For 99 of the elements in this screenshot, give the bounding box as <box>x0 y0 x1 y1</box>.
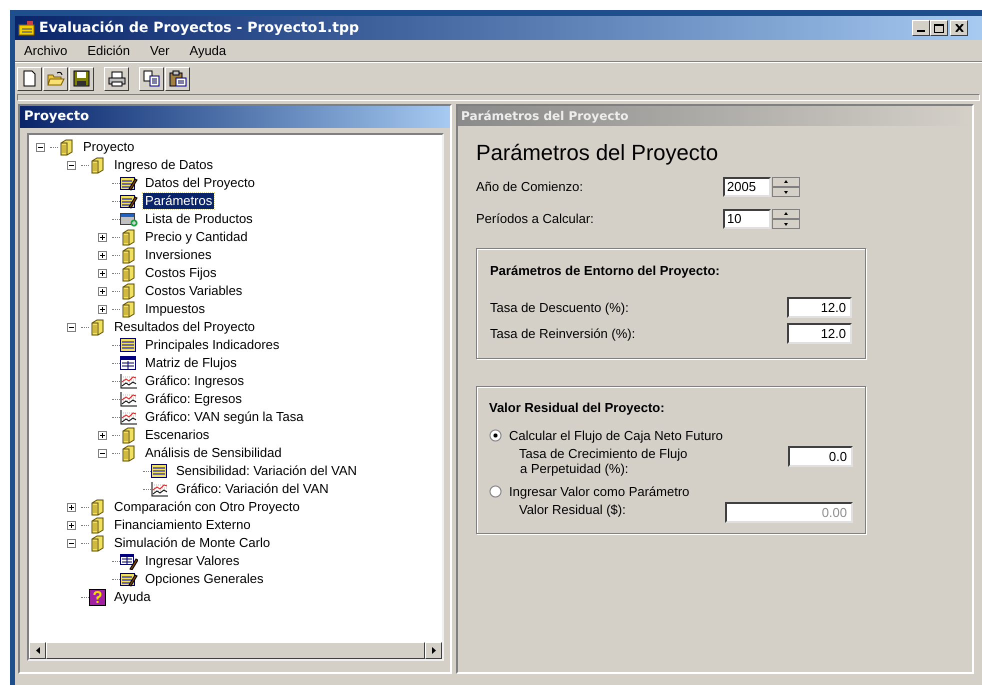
clipboard-button[interactable] <box>165 66 190 90</box>
list-add-icon <box>120 210 138 228</box>
table-pencil-icon <box>120 552 138 570</box>
folder-button[interactable] <box>43 66 68 90</box>
form-pencil-icon <box>120 174 138 192</box>
close-button[interactable] <box>950 20 968 36</box>
spinner-field[interactable]: 2005 <box>723 177 771 197</box>
table-icon <box>120 354 138 372</box>
tree-item[interactable]: Costos Variables <box>143 283 244 299</box>
tree-item[interactable]: Resultados del Proyecto <box>112 319 257 335</box>
tree-item[interactable]: Proyecto <box>81 139 136 155</box>
menu-item[interactable]: Ayuda <box>188 40 228 60</box>
field-label: Año de Comienzo: <box>476 178 584 196</box>
tree-item[interactable]: Escenarios <box>143 427 212 443</box>
field-label: Tasa de Reinversión (%): <box>490 324 636 343</box>
tree-item[interactable]: Ayuda <box>112 589 153 605</box>
line-chart-icon <box>120 408 138 426</box>
tree-item[interactable]: Gráfico: VAN según la Tasa <box>143 409 306 425</box>
tree-item[interactable]: Gráfico: Egresos <box>143 391 244 407</box>
collapse-icon[interactable] <box>36 142 45 152</box>
radio-selected-icon[interactable] <box>489 429 502 442</box>
floppy-disk-button[interactable] <box>69 66 94 90</box>
minimize-icon <box>917 30 925 32</box>
tree-item[interactable]: Ingresar Valores <box>143 553 242 569</box>
copy-icon <box>142 70 160 87</box>
spinner-field[interactable]: 10 <box>723 209 771 229</box>
close-icon <box>954 24 964 32</box>
tree-item[interactable]: Gráfico: Variación del VAN <box>174 481 331 497</box>
tree-item[interactable]: Ingreso de Datos <box>112 157 216 173</box>
tree-item[interactable]: Precio y Cantidad <box>143 229 250 245</box>
menu-item[interactable]: Ver <box>148 40 172 60</box>
new-file-icon <box>20 70 38 87</box>
group-title: Parámetros de Entorno del Proyecto: <box>490 262 721 280</box>
printer-button[interactable] <box>104 66 129 90</box>
maximize-icon <box>934 24 944 32</box>
field-label: Períodos a Calcular: <box>476 210 595 228</box>
tree-item[interactable]: Sensibilidad: Variación del VAN <box>174 463 359 479</box>
expand-icon[interactable] <box>67 520 76 530</box>
expand-icon[interactable] <box>98 286 107 296</box>
field-label: Tasa de Crecimiento de Flujo <box>519 446 688 460</box>
tree-item[interactable]: Costos Fijos <box>143 265 219 281</box>
collapse-icon[interactable] <box>67 322 76 332</box>
panel-title: Proyecto <box>20 106 450 128</box>
left-arrow-icon <box>36 647 40 654</box>
scroll-left-button[interactable] <box>29 642 46 659</box>
tree-item[interactable]: Gráfico: Ingresos <box>143 373 246 389</box>
field-label: Tasa de Descuento (%): <box>490 298 629 317</box>
new-file-button[interactable] <box>17 66 42 90</box>
collapse-icon[interactable] <box>67 538 76 548</box>
expand-icon[interactable] <box>98 232 107 242</box>
collapse-icon[interactable] <box>67 160 76 170</box>
expand-icon[interactable] <box>98 250 107 260</box>
right-arrow-icon <box>432 647 436 654</box>
page-title: Parámetros del Proyecto <box>476 140 720 166</box>
tree-item[interactable]: Comparación con Otro Proyecto <box>112 499 302 515</box>
tree-item[interactable]: Simulación de Monte Carlo <box>112 535 272 551</box>
group-title: Valor Residual del Proyecto: <box>489 399 666 417</box>
expand-icon[interactable] <box>98 304 107 314</box>
form-pencil-icon <box>120 570 138 588</box>
tree-item[interactable]: Principales Indicadores <box>143 337 282 353</box>
field-label: Valor Residual ($): <box>519 502 626 516</box>
field-label: a Perpetuidad (%): <box>519 460 630 476</box>
tree-item[interactable]: Análisis de Sensibilidad <box>143 445 284 461</box>
line-chart-icon <box>120 390 138 408</box>
folder-icon <box>46 70 64 87</box>
printer-icon <box>108 70 126 87</box>
window-title: Evaluación de Proyectos - Proyecto1.tpp <box>39 18 360 38</box>
menu-item[interactable]: Edición <box>85 40 132 60</box>
input-field[interactable]: 0.0 <box>788 446 853 466</box>
report-icon <box>151 462 169 480</box>
line-chart-icon <box>120 372 138 390</box>
tree-item[interactable]: Financiamiento Externo <box>112 517 253 533</box>
radio-label[interactable]: Calcular el Flujo de Caja Neto Futuro <box>509 426 723 446</box>
copy-button[interactable] <box>139 66 164 90</box>
input-field[interactable]: 12.0 <box>787 323 852 344</box>
collapse-icon[interactable] <box>98 448 107 458</box>
expand-icon[interactable] <box>98 430 107 440</box>
input-field[interactable]: 12.0 <box>787 297 852 318</box>
tree-item[interactable]: Datos del Proyecto <box>143 175 257 191</box>
tree-item[interactable]: Inversiones <box>143 247 214 263</box>
clipboard-icon <box>168 70 186 87</box>
minimize-button[interactable] <box>912 20 930 36</box>
tree-item[interactable]: Matriz de Flujos <box>143 355 239 371</box>
form-pencil-icon <box>120 192 138 210</box>
spin-buttons[interactable] <box>772 177 800 197</box>
line-chart-icon <box>151 480 169 498</box>
tree-item[interactable]: Opciones Generales <box>143 571 266 587</box>
report-icon <box>120 336 138 354</box>
tree-item[interactable]: Impuestos <box>143 301 207 317</box>
expand-icon[interactable] <box>67 502 76 512</box>
expand-icon[interactable] <box>98 268 107 278</box>
scroll-right-button[interactable] <box>425 642 442 659</box>
maximize-button[interactable] <box>930 20 948 36</box>
spin-buttons[interactable] <box>772 209 800 229</box>
menu-item[interactable]: Archivo <box>22 40 70 60</box>
help-icon <box>89 588 107 606</box>
tree-item[interactable]: Parámetros <box>143 193 214 209</box>
tree-item[interactable]: Lista de Productos <box>143 211 255 227</box>
app-icon <box>18 20 36 36</box>
